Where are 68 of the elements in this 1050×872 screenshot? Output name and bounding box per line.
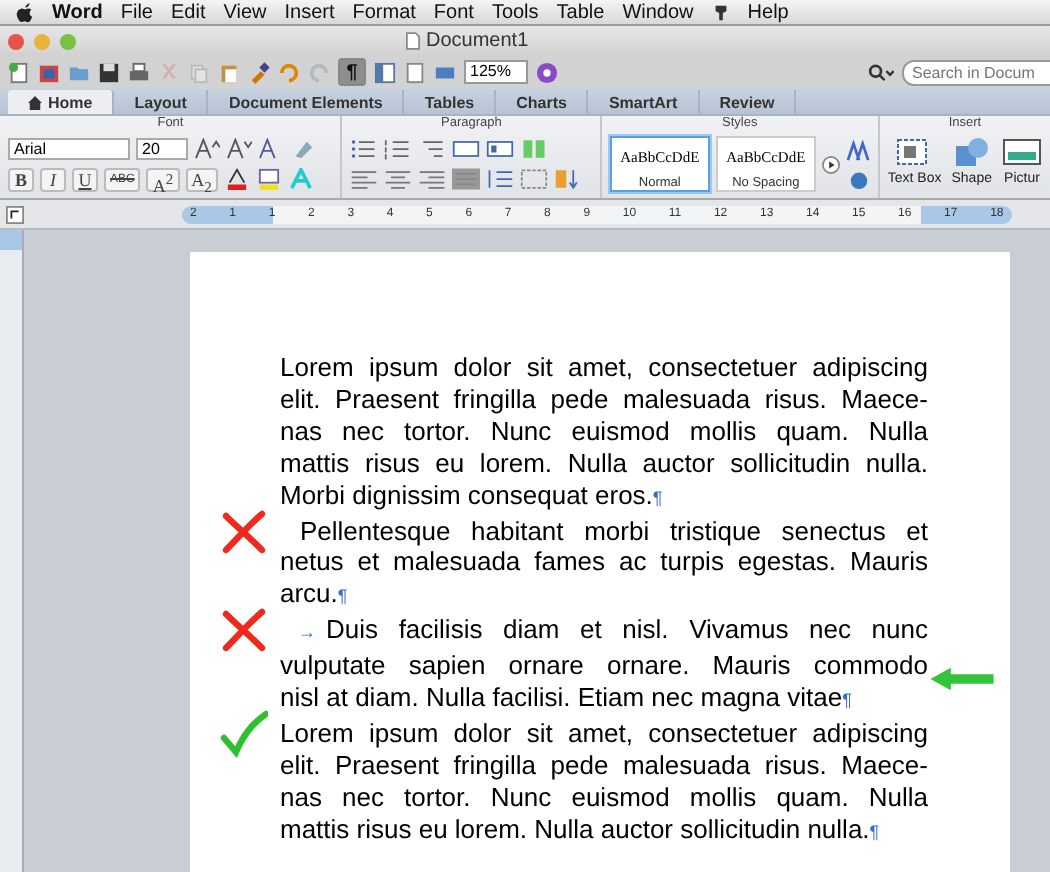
ribbon-tab[interactable]: Review bbox=[699, 90, 797, 114]
align-center-icon[interactable] bbox=[384, 168, 413, 190]
highlight-icon[interactable] bbox=[255, 168, 282, 190]
document-icon bbox=[406, 32, 420, 50]
menu-item[interactable]: Table bbox=[556, 1, 605, 23]
menu-item[interactable]: Tools bbox=[491, 1, 539, 23]
font-size-field[interactable]: 20 bbox=[136, 138, 188, 160]
menu-item[interactable]: File bbox=[120, 1, 153, 23]
menu-item[interactable]: View bbox=[223, 1, 267, 23]
menu-item[interactable]: Edit bbox=[171, 1, 206, 23]
menu-item[interactable]: Word bbox=[52, 1, 103, 23]
ribbon-tab[interactable]: Tables bbox=[404, 90, 497, 114]
grow-font-icon[interactable] bbox=[194, 138, 220, 160]
paragraph: Lorem ipsum dolor sit amet, consectetuer adipiscing elit. Praesent fringilla pede malesuada risus. Maece- nas nec tortor. Nunc euismod mollis quam. Nulla mattis risus eu lorem. Nulla auctor sollicitudin nulla.¶ bbox=[280, 717, 928, 848]
tab-selector-icon[interactable] bbox=[6, 205, 24, 223]
font-color-icon[interactable] bbox=[223, 168, 250, 190]
new-document-icon[interactable] bbox=[8, 61, 30, 83]
clipboard-icon[interactable] bbox=[218, 61, 240, 83]
format-button[interactable]: A$^{2}$ bbox=[146, 167, 180, 191]
next-icon[interactable] bbox=[821, 155, 840, 173]
borders-icon[interactable] bbox=[520, 168, 549, 190]
paragraph: Lorem ipsum dolor sit amet, consectetuer adipiscing elit. Praesent fringilla pede malesuada risus. Maece- nas nec tortor. Nunc euismod mollis quam. Nulla mattis risus eu lorem. Nulla auctor sollicitudin nulla. Morbi dignissim consequat eros.¶ bbox=[280, 352, 928, 514]
align-left-icon[interactable] bbox=[350, 168, 379, 190]
menu-item[interactable]: Help bbox=[747, 1, 789, 23]
indent-icon[interactable] bbox=[486, 138, 515, 160]
format-button[interactable]: B bbox=[8, 167, 34, 191]
shrink-font-icon[interactable] bbox=[226, 138, 252, 160]
ribbon-tab[interactable]: Home bbox=[8, 90, 115, 114]
format-button[interactable]: I bbox=[40, 167, 66, 191]
search-field[interactable]: Search in Docum bbox=[902, 59, 1050, 85]
print-icon[interactable] bbox=[128, 61, 150, 83]
close-button[interactable] bbox=[8, 33, 24, 49]
ribbon-tab[interactable]: SmartArt bbox=[588, 90, 700, 114]
format-button[interactable]: A$_{2}$ bbox=[185, 167, 218, 191]
line-spacing-icon[interactable] bbox=[486, 168, 515, 190]
numbered-list-icon[interactable] bbox=[384, 138, 413, 160]
script-icon[interactable] bbox=[711, 3, 730, 21]
menu-item[interactable]: Format bbox=[352, 1, 416, 23]
paragraph: Pellentesque habitant morbi tristique senectus et netus et malesuada fames ac turpis egestas. Mauris arcu.¶ bbox=[280, 515, 928, 613]
menu-item[interactable]: Font bbox=[433, 1, 474, 23]
window-title: Document1 bbox=[426, 30, 529, 52]
search-icon[interactable] bbox=[868, 63, 894, 81]
save-icon[interactable] bbox=[98, 61, 120, 83]
multilevel-list-icon[interactable] bbox=[418, 138, 447, 160]
home-icon bbox=[28, 95, 42, 109]
picture-icon bbox=[1002, 136, 1042, 168]
menu-item[interactable]: Window bbox=[622, 1, 694, 23]
ribbon-tab[interactable]: Charts bbox=[496, 90, 589, 114]
format-button[interactable]: U bbox=[72, 167, 98, 191]
page-icon[interactable] bbox=[404, 61, 426, 83]
align-right-icon[interactable] bbox=[418, 168, 447, 190]
show-marks-button[interactable]: ¶ bbox=[338, 58, 366, 86]
paragraph: → Duis facilisis diam et nisl. Vivamus nec nunc vulputate sapien ornare ornare. Mauris commodo nisl at diam. Nulla facilisi. Etiam nec magna vitae¶ bbox=[280, 614, 928, 717]
font-name-field[interactable]: Arial bbox=[8, 138, 130, 160]
brush-icon[interactable] bbox=[248, 61, 270, 83]
help-icon[interactable] bbox=[536, 61, 559, 83]
ribbon-tab[interactable]: Layout bbox=[114, 90, 209, 114]
zoom-field[interactable]: 125% bbox=[464, 60, 529, 84]
ribbon-tab[interactable]: Document Elements bbox=[208, 90, 405, 114]
outdent-icon[interactable] bbox=[452, 138, 481, 160]
bullet-list-icon[interactable] bbox=[350, 138, 379, 160]
styles-icon[interactable] bbox=[845, 139, 872, 161]
apple-icon[interactable] bbox=[16, 1, 34, 23]
menu-item[interactable]: Insert bbox=[284, 1, 335, 23]
shapes-icon bbox=[951, 136, 992, 168]
justify-icon[interactable] bbox=[452, 168, 481, 190]
sort-icon[interactable] bbox=[554, 168, 583, 190]
sidebar-icon[interactable] bbox=[374, 61, 396, 83]
